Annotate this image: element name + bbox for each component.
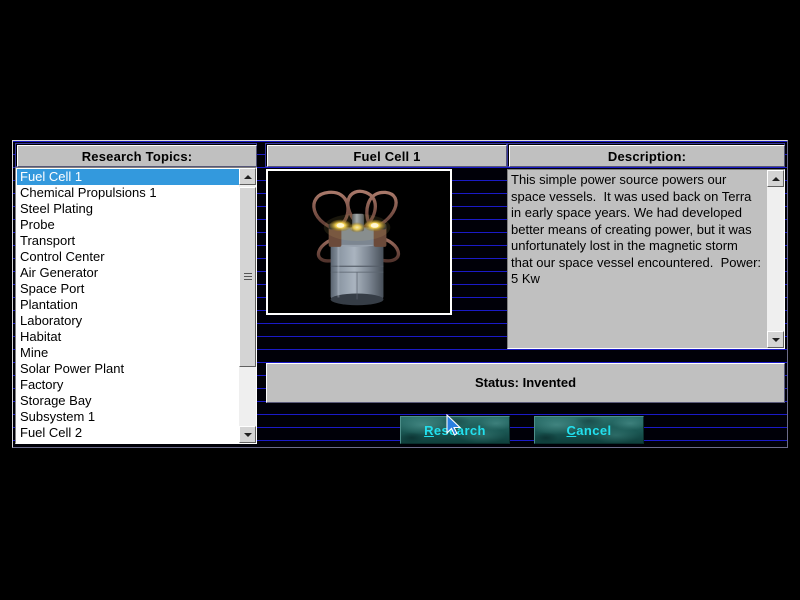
description-caption-frame: Description:	[507, 143, 785, 167]
list-item[interactable]: Transport	[17, 233, 239, 249]
list-item[interactable]: Laboratory	[17, 313, 239, 329]
grip-icon	[243, 273, 252, 281]
arrow-up-icon	[243, 174, 252, 179]
fuel-cell-render	[268, 171, 450, 313]
list-item[interactable]: Solar Power Plant	[17, 361, 239, 377]
description-scroll-up-button[interactable]	[767, 170, 784, 187]
topics-scrollbar[interactable]	[239, 168, 256, 443]
cancel-button-label: Cancel	[566, 422, 612, 438]
cancel-button[interactable]: Cancel	[534, 416, 644, 444]
topics-caption: Research Topics:	[17, 145, 257, 167]
list-item[interactable]: Fuel Cell 2	[17, 425, 239, 441]
arrow-up-icon	[771, 176, 780, 181]
arrow-down-icon	[771, 337, 780, 342]
topics-scroll-up-button[interactable]	[239, 168, 256, 185]
list-item[interactable]: Chemical Propulsions 1	[17, 185, 239, 201]
item-preview	[266, 169, 452, 315]
description-scroll-track[interactable]	[767, 187, 784, 331]
list-item[interactable]: Control Center	[17, 249, 239, 265]
list-item[interactable]: Fuel Cell 1	[17, 169, 239, 185]
list-item[interactable]: Air Generator	[17, 265, 239, 281]
research-button[interactable]: Research	[400, 416, 510, 444]
list-item[interactable]: Plantation	[17, 297, 239, 313]
arrow-down-icon	[243, 432, 252, 437]
item-caption-frame: Fuel Cell 1	[265, 143, 507, 167]
description-scroll-down-button[interactable]	[767, 331, 784, 348]
topics-scroll-down-button[interactable]	[239, 426, 256, 443]
item-caption: Fuel Cell 1	[267, 145, 507, 167]
status-bar: Status: Invented	[266, 363, 785, 403]
list-item[interactable]: Habitat	[17, 329, 239, 345]
topics-listbox[interactable]: Fuel Cell 1 Chemical Propulsions 1 Steel…	[15, 167, 257, 444]
description-text: This simple power source powers our spac…	[511, 172, 765, 286]
topics-list-viewport[interactable]: Fuel Cell 1 Chemical Propulsions 1 Steel…	[17, 169, 239, 442]
list-item[interactable]: Probe	[17, 217, 239, 233]
description-caption: Description:	[509, 145, 785, 167]
description-scrollbar[interactable]	[767, 170, 784, 348]
list-item[interactable]: Factory	[17, 377, 239, 393]
list-item[interactable]: Steel Plating	[17, 201, 239, 217]
game-screen: Research Topics: Fuel Cell 1 Chemical Pr…	[0, 0, 800, 600]
research-dialog: Research Topics: Fuel Cell 1 Chemical Pr…	[12, 140, 788, 448]
description-textarea[interactable]: This simple power source powers our spac…	[507, 169, 785, 349]
list-item[interactable]: Storage Bay	[17, 393, 239, 409]
topics-caption-frame: Research Topics:	[15, 143, 257, 167]
list-item[interactable]: Mine	[17, 345, 239, 361]
research-button-label: Research	[424, 422, 486, 438]
list-item[interactable]: Space Port	[17, 281, 239, 297]
topics-scroll-thumb[interactable]	[239, 187, 256, 367]
list-item[interactable]: Subsystem 1	[17, 409, 239, 425]
